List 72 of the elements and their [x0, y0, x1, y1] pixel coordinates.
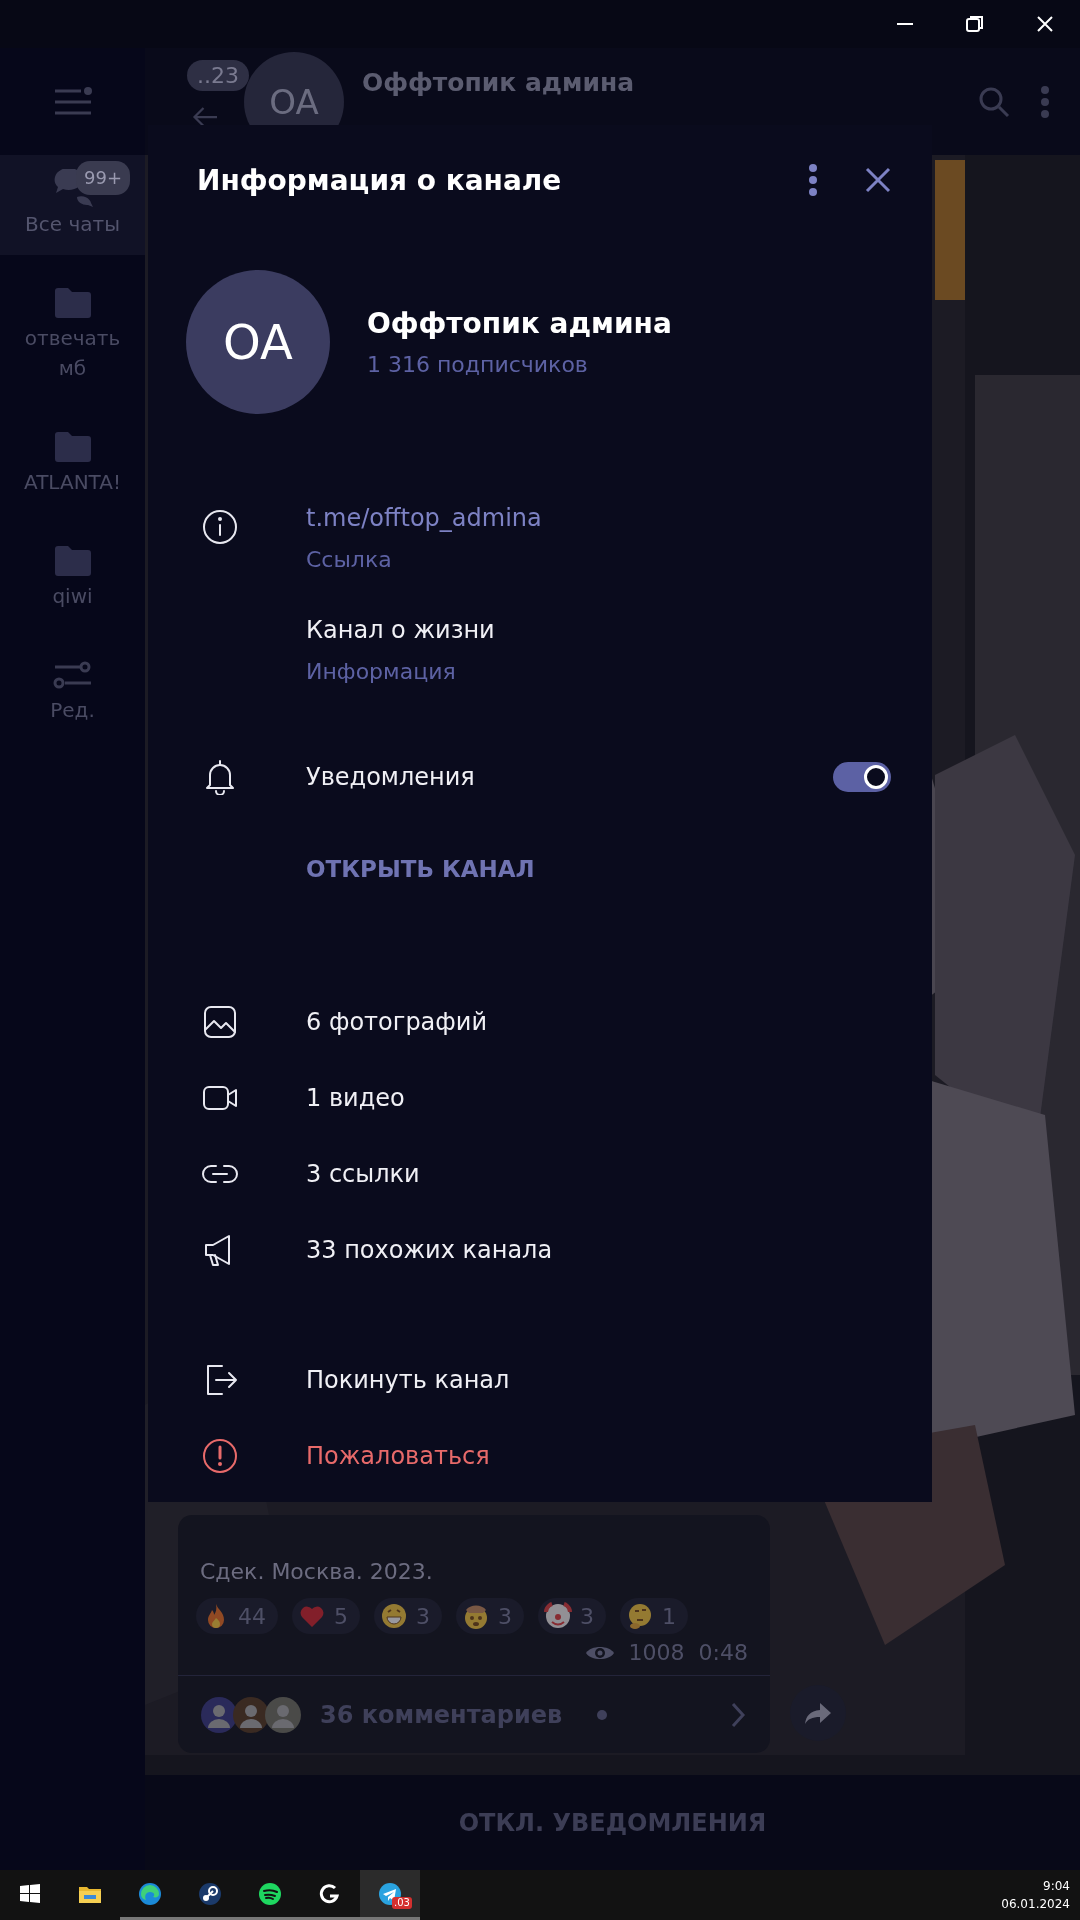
grin-face-icon [380, 1602, 408, 1630]
reaction-button[interactable]: 3 [538, 1598, 606, 1634]
sidebar-item[interactable]: qiwi [0, 527, 145, 627]
row-label: 33 похожих канала [306, 1236, 553, 1264]
windows-icon [18, 1881, 42, 1906]
folder-label: отвечать мб [23, 325, 122, 382]
spotify-icon [258, 1881, 282, 1906]
notifications-toggle[interactable] [833, 762, 891, 792]
channel-name: Оффтопик админа [362, 68, 636, 97]
more-icon[interactable] [808, 163, 818, 197]
edge-icon [138, 1881, 162, 1906]
dialog-title: Информация о канале [197, 163, 563, 197]
media-row[interactable]: 33 похожих канала [148, 1212, 932, 1288]
field-caption: Ссылка [306, 546, 393, 574]
info-icon [202, 509, 238, 545]
field-caption: Информация [306, 658, 457, 686]
folder-label: qiwi [51, 583, 94, 610]
row-label: 3 ссылки [306, 1160, 420, 1188]
steam-icon [198, 1881, 222, 1906]
subscriber-count: 1 316 подписчиков [367, 352, 589, 377]
channel-name: Оффтопик админа [367, 307, 672, 340]
media-row[interactable]: 6 фотографий [148, 984, 932, 1060]
dot-icon [596, 1708, 608, 1721]
message-text: Сдек. Москва. 2023. [199, 1559, 434, 1584]
channel-link[interactable]: t.me/offtop_admina [306, 497, 542, 539]
media-row[interactable]: 3 ссылки [148, 1136, 932, 1212]
unread-badge: ..23 [187, 60, 249, 91]
comments-label: 36 комментариев [320, 1700, 564, 1729]
action-row[interactable]: Покинуть канал [148, 1342, 932, 1418]
taskbar-button[interactable]: .03 [360, 1870, 420, 1920]
bell-icon [204, 759, 236, 795]
video-duration: 0:48 [698, 1640, 748, 1665]
image-icon [202, 1004, 238, 1040]
reaction-button[interactable]: 3 [456, 1598, 524, 1634]
restore-icon[interactable] [965, 14, 985, 34]
avatar-icon [264, 1695, 302, 1734]
folder-label: ATLANTA! [23, 469, 122, 496]
row-label: 6 фотографий [306, 1008, 488, 1036]
channel-description: Канал о жизни [306, 615, 495, 646]
warning-icon [202, 1438, 238, 1474]
folder-label: Все чаты [24, 211, 121, 238]
g-logo-icon [318, 1881, 342, 1906]
unread-badge: 99+ [76, 161, 130, 195]
mute-button[interactable]: ОТКЛ. УВЕДОМЛЕНИЯ [452, 1807, 773, 1838]
avatar-icon [232, 1695, 270, 1734]
thinking-face-icon [626, 1602, 654, 1630]
sidebar-item[interactable]: отвечать мб [0, 269, 145, 399]
media-row[interactable]: 1 видео [148, 1060, 932, 1136]
reaction-button[interactable]: 3 [374, 1598, 442, 1634]
notifications-label: Уведомления [306, 763, 475, 791]
sidebar-item[interactable]: Все чаты 99+ [0, 155, 145, 255]
row-label: Пожаловаться [306, 1442, 490, 1470]
row-label: 1 видео [306, 1084, 405, 1112]
avatar-icon [200, 1695, 238, 1734]
view-count: 1008 [628, 1640, 685, 1665]
clock-time: 9:04 [1043, 1878, 1070, 1895]
unread-badge: .03 [392, 1897, 412, 1909]
reaction-button[interactable]: 1 [620, 1598, 688, 1634]
folder-label: Ред. [49, 697, 96, 724]
channel-avatar: OA [186, 270, 330, 414]
share-arrow-icon [804, 1701, 832, 1725]
action-row[interactable]: Пожаловаться [148, 1418, 932, 1494]
sidebar-item[interactable]: Ред. [0, 641, 145, 741]
close-icon[interactable] [1035, 14, 1055, 34]
reaction-button[interactable]: 5 [292, 1598, 360, 1634]
reaction-button[interactable]: 44 [196, 1598, 278, 1634]
clown-face-icon [544, 1602, 572, 1630]
clock-date: 06.01.2024 [1001, 1896, 1070, 1913]
row-label: Покинуть канал [306, 1366, 510, 1394]
comments-button[interactable]: 36 комментариев [178, 1675, 770, 1753]
open-channel-button[interactable]: ОТКРЫТЬ КАНАЛ [148, 839, 541, 899]
sidebar-item[interactable]: ATLANTA! [0, 413, 145, 513]
